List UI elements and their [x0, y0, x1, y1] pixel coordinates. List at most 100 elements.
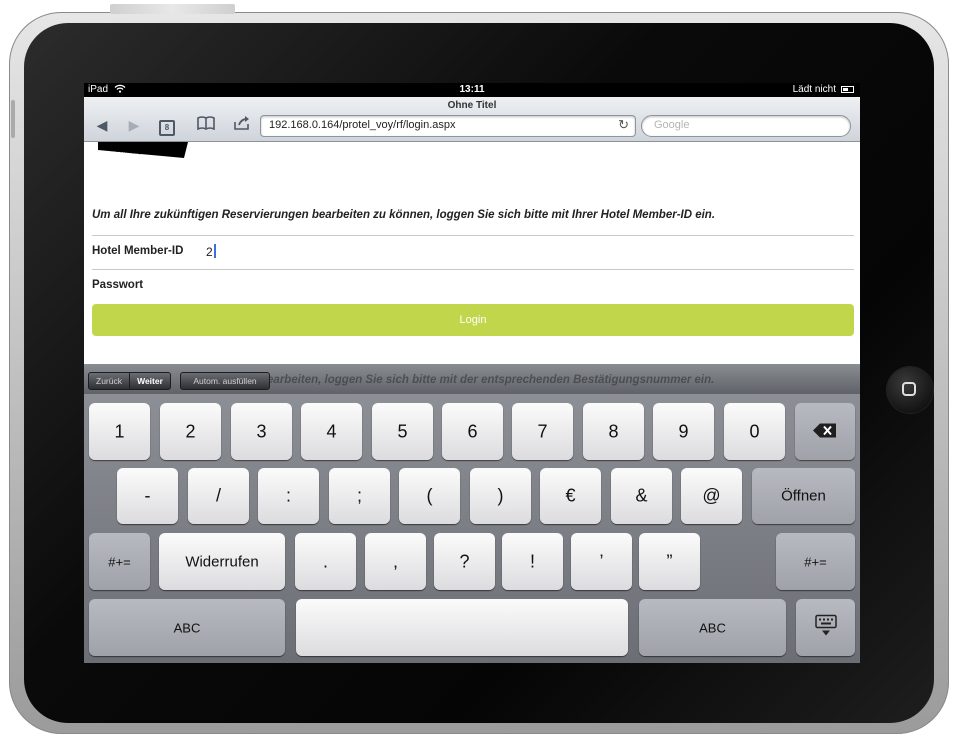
key-label: (: [426, 485, 433, 506]
key-label: ,: [392, 551, 398, 571]
brand-logo: hotelsoftware: [98, 142, 188, 158]
key-label: ABC: [173, 620, 201, 635]
url-text: 192.168.0.164/protel_voy/rf/login.aspx: [269, 119, 456, 131]
status-bar: iPad 13:11 Lädt nicht: [84, 83, 860, 97]
key-2[interactable]: 2: [160, 403, 221, 460]
key-label: €: [565, 485, 576, 506]
key-close-paren[interactable]: ): [470, 468, 531, 524]
password-field[interactable]: Passwort: [92, 279, 143, 291]
space-key[interactable]: [296, 599, 628, 656]
backspace-key[interactable]: [795, 403, 855, 460]
ipad-screen: iPad 13:11 Lädt nicht Ohne Titel ◀ ▶ 8 1…: [84, 83, 860, 663]
key-label: ): [497, 485, 504, 506]
next-field-button[interactable]: Weiter: [129, 372, 171, 390]
battery-status: Lädt nicht: [792, 84, 836, 95]
autofill-button[interactable]: Autom. ausfüllen: [180, 372, 270, 390]
second-instruction-text: bearbeiten, loggen Sie sich bitte mit de…: [260, 374, 715, 386]
home-button-icon: [902, 382, 916, 396]
url-field[interactable]: 192.168.0.164/protel_voy/rf/login.aspx ↻: [260, 115, 636, 137]
abc-key-left[interactable]: ABC: [89, 599, 285, 656]
key-6[interactable]: 6: [442, 403, 503, 460]
key-label: 0: [749, 421, 760, 441]
return-key[interactable]: Öffnen: [752, 468, 855, 524]
key-1[interactable]: 1: [89, 403, 150, 460]
key-exclamation[interactable]: !: [502, 533, 563, 590]
key-period[interactable]: .: [295, 533, 356, 590]
search-field[interactable]: Google: [641, 115, 851, 137]
undo-key[interactable]: Widerrufen: [159, 533, 285, 590]
intro-text: Um all Ihre zukünftigen Reservierungen b…: [92, 209, 716, 221]
web-content: hotelsoftware Um all Ihre zukünftigen Re…: [84, 142, 860, 382]
symbols-key-right[interactable]: #+=: [776, 533, 855, 590]
key-open-paren[interactable]: (: [399, 468, 460, 524]
key-quote[interactable]: ”: [639, 533, 700, 590]
symbols-key-left[interactable]: #+=: [89, 533, 150, 590]
key-label: !: [529, 551, 535, 571]
key-9[interactable]: 9: [653, 403, 714, 460]
key-label: Öffnen: [781, 487, 826, 505]
key-label: 2: [185, 421, 196, 441]
text-cursor: [213, 244, 216, 258]
reload-icon[interactable]: ↻: [618, 117, 629, 133]
key-question[interactable]: ?: [434, 533, 495, 590]
key-label: 5: [397, 421, 408, 441]
key-at[interactable]: @: [681, 468, 742, 524]
key-label: Widerrufen: [185, 553, 259, 570]
key-label: ’: [599, 551, 604, 571]
key-7[interactable]: 7: [512, 403, 573, 460]
key-colon[interactable]: :: [258, 468, 319, 524]
previous-field-button[interactable]: Zurück: [88, 372, 130, 390]
key-label: /: [215, 485, 221, 506]
on-screen-keyboard: 1 2 3 4 5 6 7 8 9 0 - / : ; ( ) € & @ Öf…: [84, 394, 860, 663]
key-comma[interactable]: ,: [365, 533, 426, 590]
key-3[interactable]: 3: [231, 403, 292, 460]
dismiss-keyboard-key[interactable]: [796, 599, 855, 656]
sleep-button: [110, 4, 235, 14]
chevron-right-icon[interactable]: ▶: [124, 116, 144, 134]
book-icon[interactable]: [196, 116, 216, 134]
home-button[interactable]: [887, 367, 933, 413]
key-label: &: [635, 485, 648, 506]
key-minus[interactable]: -: [117, 468, 178, 524]
pages-icon[interactable]: 8: [157, 116, 177, 136]
login-button[interactable]: Login: [92, 304, 854, 336]
chevron-left-icon[interactable]: ◀: [92, 116, 112, 134]
key-label: :: [285, 485, 291, 506]
key-label: 1: [114, 421, 125, 441]
form-assistant-bar: bearbeiten, loggen Sie sich bitte mit de…: [84, 364, 860, 394]
member-id-label: Hotel Member-ID: [92, 245, 184, 257]
key-label: .: [322, 551, 328, 571]
key-label: ?: [459, 551, 470, 571]
key-label: 4: [326, 421, 337, 441]
key-label: 6: [467, 421, 478, 441]
status-time: 13:11: [459, 84, 485, 95]
member-id-input[interactable]: 2: [206, 244, 216, 259]
key-label: ;: [356, 485, 362, 506]
key-slash[interactable]: /: [188, 468, 249, 524]
share-icon[interactable]: [232, 116, 252, 134]
key-euro[interactable]: €: [540, 468, 601, 524]
key-5[interactable]: 5: [372, 403, 433, 460]
key-ampersand[interactable]: &: [611, 468, 672, 524]
abc-key-right[interactable]: ABC: [639, 599, 786, 656]
key-label: @: [702, 485, 721, 506]
key-label: -: [144, 485, 151, 506]
key-0[interactable]: 0: [724, 403, 785, 460]
key-apostrophe[interactable]: ’: [571, 533, 632, 590]
divider: [92, 235, 854, 236]
backspace-icon: [795, 421, 855, 442]
key-label: 8: [608, 421, 619, 441]
browser-toolbar: Ohne Titel ◀ ▶ 8 192.168.0.164/protel_vo…: [84, 97, 860, 142]
key-semicolon[interactable]: ;: [329, 468, 390, 524]
key-8[interactable]: 8: [583, 403, 644, 460]
volume-button: [11, 100, 15, 138]
key-label: 7: [537, 421, 548, 441]
key-4[interactable]: 4: [301, 403, 362, 460]
search-placeholder: Google: [654, 119, 690, 131]
key-label: #+=: [108, 554, 131, 569]
page-title: Ohne Titel: [447, 100, 497, 111]
key-label: #+=: [804, 554, 827, 569]
divider: [92, 269, 854, 270]
keyboard-dismiss-icon: [796, 614, 855, 641]
key-label: ”: [666, 551, 673, 571]
